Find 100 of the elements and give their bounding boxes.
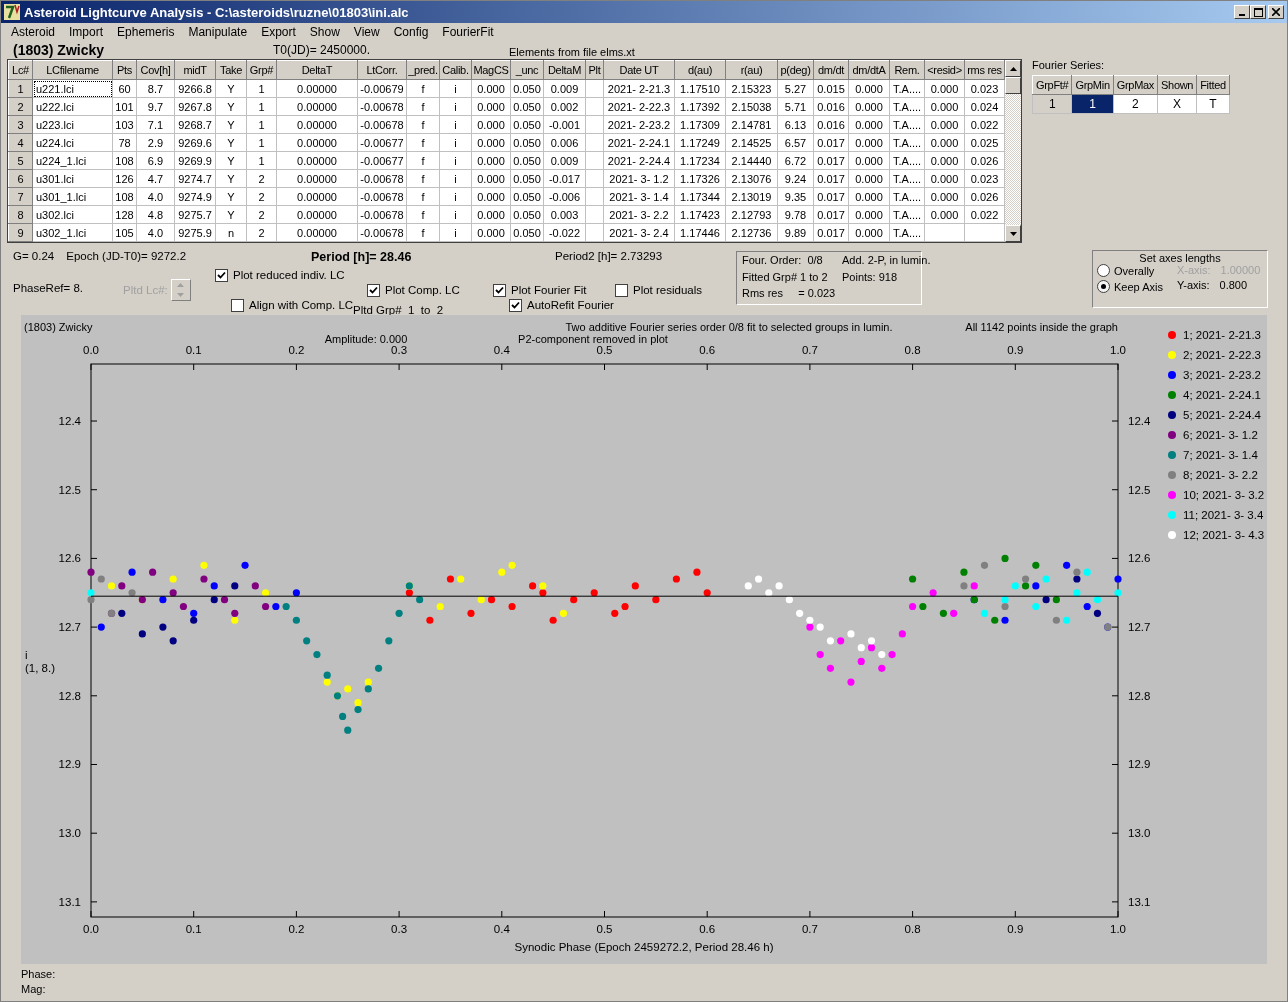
table-cell[interactable]: 60 (112, 79, 137, 98)
table-cell[interactable]: X (1157, 94, 1197, 114)
table-cell[interactable]: 7.1 (136, 115, 175, 134)
table-cell[interactable]: u224_1.lci (32, 151, 113, 170)
y-axis-value[interactable]: 0.800 (1219, 279, 1270, 291)
table-cell[interactable]: i (439, 115, 472, 134)
table-cell[interactable]: 0.016 (813, 97, 849, 116)
menu-item[interactable]: Show (302, 25, 347, 39)
column-header[interactable]: dm/dtA (848, 60, 890, 80)
column-header[interactable]: Pts (112, 60, 137, 80)
radio-button[interactable]: Overally (1097, 264, 1163, 277)
menu-item[interactable]: Manipulate (181, 25, 255, 39)
column-header[interactable]: GrpMin (1071, 75, 1114, 95)
column-header[interactable]: MagCS (471, 60, 511, 80)
table-cell[interactable]: 5.27 (777, 79, 814, 98)
menu-item[interactable]: FourierFit (435, 25, 501, 39)
column-header[interactable]: _unc (510, 60, 544, 80)
table-cell[interactable]: 2021- 3- 2.2 (603, 205, 675, 224)
column-header[interactable]: rms res (964, 60, 1005, 80)
table-cell[interactable]: i (439, 205, 472, 224)
menu-item[interactable]: View (346, 25, 387, 39)
table-cell[interactable]: 9.35 (777, 187, 814, 206)
table-cell[interactable]: 2.14781 (725, 115, 778, 134)
table-cell[interactable]: 6.13 (777, 115, 814, 134)
table-cell[interactable]: 0.024 (964, 97, 1005, 116)
radio-circle[interactable] (1097, 264, 1110, 277)
table-cell[interactable]: 2021- 2-24.1 (603, 133, 675, 152)
column-header[interactable]: LCfilename (32, 60, 113, 80)
table-cell[interactable]: u301_1.lci (32, 187, 113, 206)
column-header[interactable]: Cov[h] (136, 60, 175, 80)
minimize-button[interactable] (1234, 5, 1250, 19)
table-cell[interactable]: 0.000 (848, 133, 890, 152)
table-cell[interactable]: 0.000 (924, 79, 965, 98)
table-cell[interactable]: 1.17309 (674, 115, 726, 134)
table-cell[interactable]: Y (215, 97, 247, 116)
table-cell[interactable]: 2.15323 (725, 79, 778, 98)
table-cell[interactable]: 2 (1113, 94, 1158, 114)
column-header[interactable]: DeltaT (276, 60, 358, 80)
column-header[interactable]: midT (174, 60, 216, 80)
close-button[interactable] (1268, 5, 1284, 19)
table-cell[interactable]: -0.00678 (357, 169, 407, 188)
table-cell[interactable]: 0.017 (813, 169, 849, 188)
table-cell[interactable] (585, 187, 604, 206)
table-cell[interactable]: 0.026 (964, 187, 1005, 206)
table-cell[interactable]: 0.050 (510, 223, 544, 242)
table-cell[interactable] (585, 133, 604, 152)
checkbox[interactable]: Plot Comp. LC (353, 282, 493, 298)
table-cell[interactable]: 0.000 (471, 151, 511, 170)
table-cell[interactable]: 0.016 (813, 115, 849, 134)
table-cell[interactable]: 0.050 (510, 133, 544, 152)
table-cell[interactable]: 0.000 (471, 115, 511, 134)
table-cell[interactable]: 8.7 (136, 79, 175, 98)
table-cell[interactable]: 2.14525 (725, 133, 778, 152)
table-cell[interactable]: T.A.... (889, 133, 925, 152)
table-cell[interactable]: 0.022 (964, 205, 1005, 224)
table-cell[interactable]: 0.009 (543, 79, 586, 98)
table-cell[interactable]: 0.000 (471, 187, 511, 206)
table-cell[interactable]: 0.00000 (276, 223, 358, 242)
table-cell[interactable]: 9269.6 (174, 133, 216, 152)
table-cell[interactable]: -0.00678 (357, 187, 407, 206)
menu-item[interactable]: Export (254, 25, 303, 39)
table-cell[interactable]: i (439, 79, 472, 98)
table-cell[interactable]: f (406, 205, 440, 224)
table-cell[interactable] (585, 223, 604, 242)
table-cell[interactable]: T.A.... (889, 223, 925, 242)
scroll-down-button[interactable] (1005, 225, 1021, 242)
table-cell[interactable]: 9.78 (777, 205, 814, 224)
table-cell[interactable]: 2 (246, 187, 277, 206)
table-cell[interactable]: 0.00000 (276, 169, 358, 188)
table-cell[interactable]: 2021- 2-21.3 (603, 79, 675, 98)
table-cell[interactable]: 0.00000 (276, 79, 358, 98)
table-cell[interactable]: 0.00000 (276, 97, 358, 116)
column-header[interactable]: Calib. (439, 60, 472, 80)
table-cell[interactable]: 0.023 (964, 169, 1005, 188)
table-cell[interactable]: Y (215, 133, 247, 152)
column-header[interactable]: DeltaM (543, 60, 586, 80)
table-cell[interactable]: 0.000 (848, 223, 890, 242)
table-cell[interactable]: 2021- 2-24.4 (603, 151, 675, 170)
table-cell[interactable]: 2021- 3- 1.2 (603, 169, 675, 188)
table-cell[interactable]: f (406, 115, 440, 134)
table-cell[interactable]: 1.17392 (674, 97, 726, 116)
table-cell[interactable]: 2021- 2-22.3 (603, 97, 675, 116)
table-cell[interactable]: u223.lci (32, 115, 113, 134)
table-cell[interactable] (585, 205, 604, 224)
spinner[interactable] (170, 279, 191, 301)
table-cell[interactable]: u301.lci (32, 169, 113, 188)
table-cell[interactable]: 0.050 (510, 205, 544, 224)
table-cell[interactable]: 0.023 (964, 79, 1005, 98)
radio-button[interactable]: Keep Axis (1097, 280, 1163, 293)
menu-item[interactable]: Import (62, 25, 111, 39)
column-header[interactable]: _pred. (406, 60, 440, 80)
table-cell[interactable]: f (406, 151, 440, 170)
table-cell[interactable]: i (439, 187, 472, 206)
table-cell[interactable]: 9266.8 (174, 79, 216, 98)
table-cell[interactable]: 9.24 (777, 169, 814, 188)
column-header[interactable]: GrpFt# (1032, 75, 1072, 95)
checkbox[interactable]: Plot Fourier Fit (493, 282, 615, 298)
table-cell[interactable]: 0.017 (813, 223, 849, 242)
column-header[interactable]: Take (215, 60, 247, 80)
table-cell[interactable]: 0.00000 (276, 115, 358, 134)
